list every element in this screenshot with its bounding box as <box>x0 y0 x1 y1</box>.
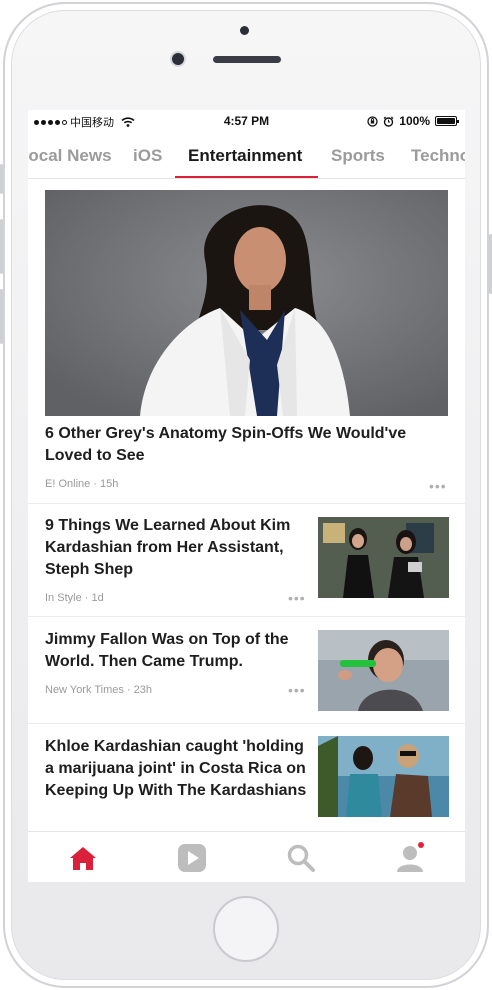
battery-percent: 100% <box>399 114 430 128</box>
search-icon <box>287 844 315 872</box>
volume-up-button <box>0 219 3 274</box>
front-camera <box>172 53 184 65</box>
nav-profile[interactable] <box>395 842 425 873</box>
divider <box>28 723 465 724</box>
category-tabs: Local News iOS Entertainment Sports Tech… <box>28 132 465 179</box>
story-thumbnail[interactable] <box>318 517 449 598</box>
hero-source: E! Online · 15h <box>45 478 119 490</box>
nav-home[interactable] <box>68 843 98 873</box>
story-thumbnail[interactable] <box>318 736 449 817</box>
proximity-sensor <box>240 26 249 35</box>
tab-local-news[interactable]: Local News <box>28 146 112 166</box>
tab-technology[interactable]: Technology <box>411 146 465 166</box>
hero-title[interactable]: 6 Other Grey's Anatomy Spin-Offs We Woul… <box>45 423 445 467</box>
status-right: 100% <box>367 114 459 128</box>
home-button[interactable] <box>213 896 279 962</box>
home-icon <box>70 847 96 870</box>
story-source: New York Times · 23h <box>45 684 152 696</box>
notification-badge <box>418 842 424 848</box>
mute-switch <box>0 164 3 194</box>
nav-search[interactable] <box>286 843 316 873</box>
story-thumbnail[interactable] <box>318 630 449 711</box>
story-more-button[interactable]: ••• <box>288 682 306 698</box>
news-feed[interactable]: 6 Other Grey's Anatomy Spin-Offs We Woul… <box>28 179 465 831</box>
earpiece-speaker <box>213 56 281 63</box>
volume-down-button <box>0 289 3 344</box>
orientation-lock-icon <box>367 115 378 127</box>
battery-icon <box>435 116 459 126</box>
hero-image[interactable] <box>45 190 448 416</box>
tab-ios[interactable]: iOS <box>133 146 162 166</box>
divider <box>28 503 465 504</box>
bottom-tab-bar <box>28 831 465 882</box>
tab-entertainment[interactable]: Entertainment <box>188 146 302 166</box>
status-bar: 中国移动 4:57 PM 100% <box>28 110 465 132</box>
story-title[interactable]: Jimmy Fallon Was on Top of the World. Th… <box>45 629 307 673</box>
play-icon <box>178 844 206 872</box>
story-title[interactable]: 9 Things We Learned About Kim Kardashian… <box>45 515 307 581</box>
story-more-button[interactable]: ••• <box>288 590 306 606</box>
screen: 中国移动 4:57 PM 100% ocal News iOS Entertai… <box>28 110 465 882</box>
active-tab-indicator <box>175 176 318 178</box>
tab-sports[interactable]: Sports <box>331 146 385 166</box>
hero-more-button[interactable]: ••• <box>429 478 447 494</box>
story-title[interactable]: Khloe Kardashian caught 'holding a marij… <box>45 736 307 802</box>
nav-video[interactable] <box>177 843 207 873</box>
story-source: In Style · 1d <box>45 592 104 604</box>
alarm-icon <box>383 116 394 127</box>
divider <box>28 616 465 617</box>
